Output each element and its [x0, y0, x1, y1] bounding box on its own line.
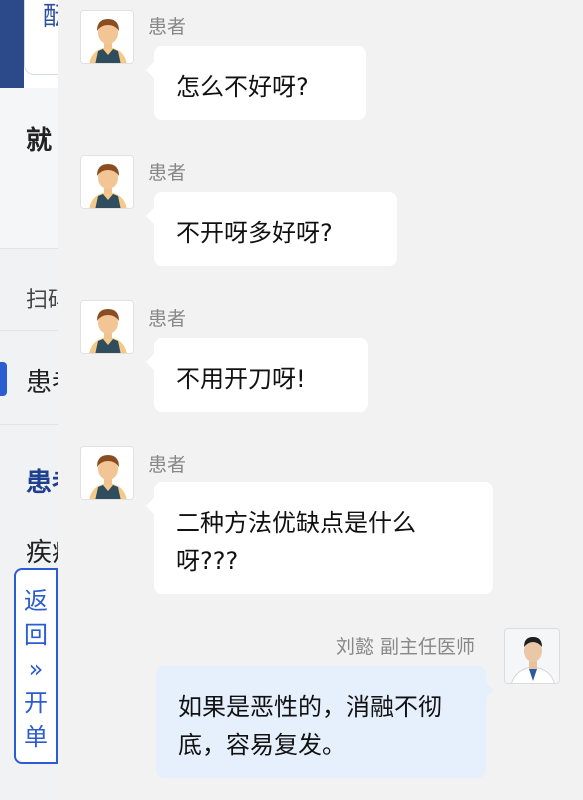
return-button-char: 返 [24, 587, 48, 615]
patient-avatar-icon[interactable] [80, 300, 134, 354]
message-bubble[interactable]: 怎么不好呀? [146, 46, 366, 120]
patient-avatar-icon[interactable] [80, 155, 134, 209]
double-chevron-icon: » [28, 655, 44, 683]
background-blue-strip [0, 0, 24, 88]
patient-avatar-icon[interactable] [80, 10, 134, 64]
message-bubble[interactable]: 不用开刀呀! [146, 338, 368, 412]
message-bubble[interactable]: 不开呀多好呀? [146, 192, 397, 266]
background-item-visit: 就 [26, 126, 53, 156]
return-button-char: 回 [24, 621, 48, 649]
message-bubble[interactable]: 二种方法优缺点是什么呀??? [146, 482, 493, 594]
sender-name: 患者 [148, 16, 187, 38]
doctor-name-title: 刘懿 副主任医师 [336, 636, 476, 658]
message-bubble-doctor[interactable]: 如果是恶性的，消融不彻底，容易复发。 [156, 666, 494, 778]
background-panel [0, 88, 60, 248]
patient-avatar-icon[interactable] [80, 446, 134, 500]
sender-name: 患者 [148, 162, 187, 184]
sender-name: 患者 [148, 308, 187, 330]
sender-name: 患者 [148, 454, 187, 476]
return-prescribe-button[interactable]: 返 回 » 开 单 [14, 568, 58, 764]
active-marker [0, 362, 7, 396]
doctor-avatar-icon[interactable] [504, 628, 560, 684]
return-button-char: 单 [24, 723, 48, 751]
chat-panel[interactable]: 患者 怎么不好呀? 患者 不开呀多好呀? 患者 不用开刀呀! 患者 二种方法优缺… [58, 0, 583, 800]
return-button-char: 开 [24, 689, 48, 717]
